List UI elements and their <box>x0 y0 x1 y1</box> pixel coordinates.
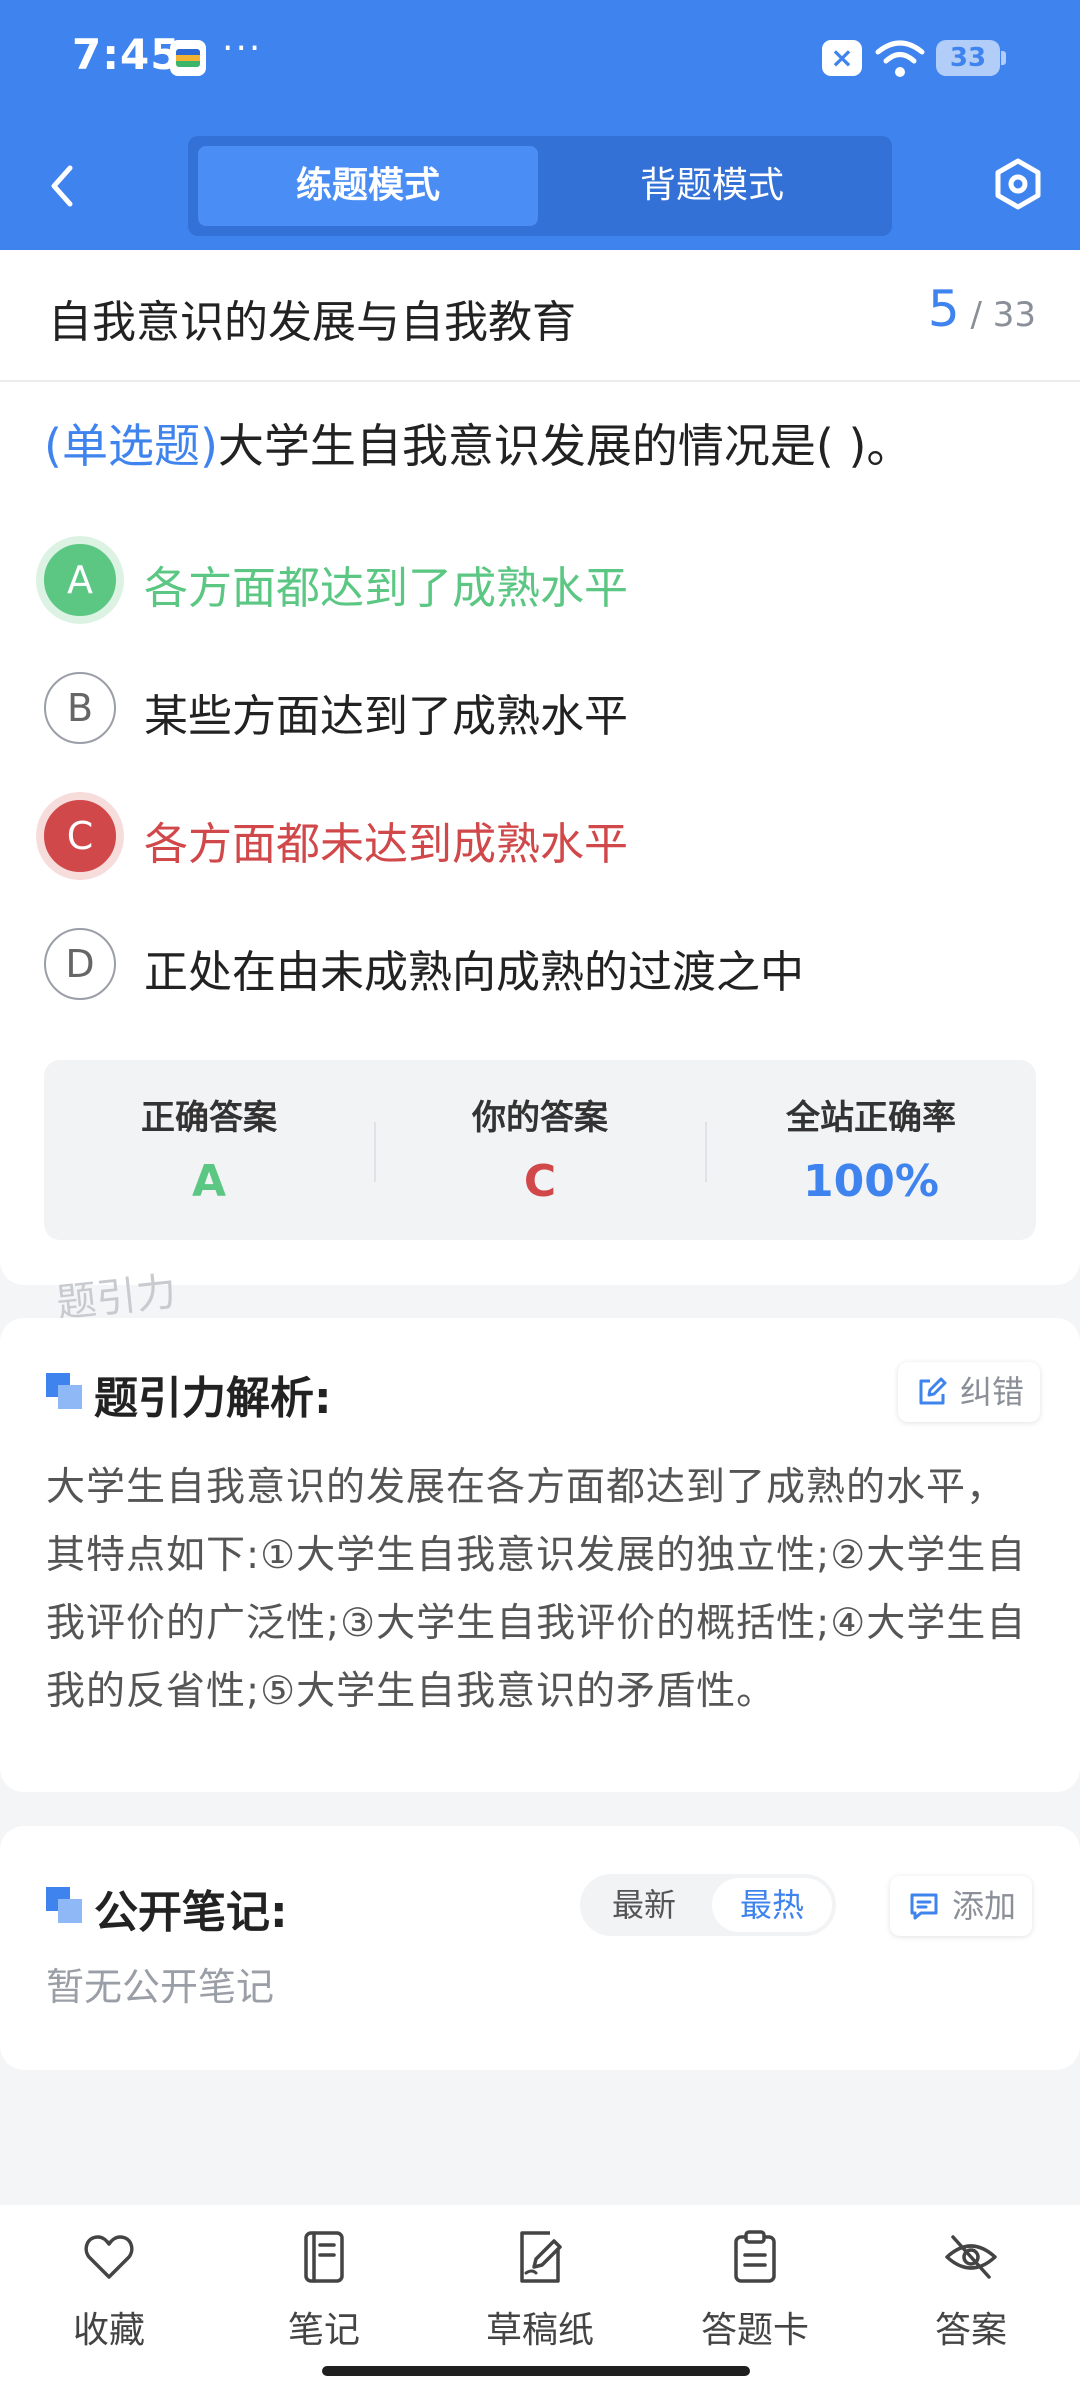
draft-paper-button[interactable]: 草稿纸 <box>455 2229 625 2359</box>
header: 7:45 ··· × 33 练题模式 背题模式 <box>0 0 1080 250</box>
close-notification-icon: × <box>822 40 862 76</box>
settings-hexagon-icon[interactable] <box>990 156 1046 212</box>
option-letter: D <box>44 928 116 1000</box>
notes-button[interactable]: 笔记 <box>239 2229 409 2359</box>
option-letter: B <box>44 672 116 744</box>
favorite-button[interactable]: 收藏 <box>24 2229 194 2359</box>
total-questions: / 33 <box>970 295 1036 335</box>
comment-icon <box>910 1893 938 1920</box>
wallet-app-icon <box>170 40 206 76</box>
answer-summary: 正确答案 A 你的答案 C 全站正确率 100% <box>44 1060 1036 1240</box>
option-b[interactable]: B 某些方面达到了成熟水平 <box>44 668 1044 748</box>
report-error-label: 纠错 <box>960 1373 1025 1411</box>
site-accuracy: 全站正确率 100% <box>706 1060 1036 1240</box>
option-d[interactable]: D 正处在由未成熟向成熟的过渡之中 <box>44 924 1044 1004</box>
battery-icon: 33 <box>936 40 1006 76</box>
heart-icon <box>84 2235 134 2279</box>
answer-sheet-button[interactable]: 答题卡 <box>670 2229 840 2359</box>
eye-off-icon <box>945 2235 997 2279</box>
wifi-icon <box>875 40 925 77</box>
draft-paper-label: 草稿纸 <box>485 2310 594 2351</box>
section-square-icon <box>46 1373 82 1409</box>
your-answer-label: 你的答案 <box>472 1098 608 1138</box>
mode-tabs: 练题模式 背题模式 <box>188 136 892 236</box>
explanation-card: 题引力解析: 纠错 大学生自我意识的发展在各方面都达到了成熟的水平，其特点如下:… <box>0 1318 1080 1792</box>
notes-sort-toggle: 最新 最热 <box>580 1874 836 1936</box>
your-answer-value: C <box>523 1156 557 1207</box>
notes-card: 公开笔记: 最新 最热 添加 暂无公开笔记 <box>0 1826 1080 2070</box>
question-text: 大学生自我意识发展的情况是( )。 <box>217 419 913 473</box>
notes-title: 公开笔记: <box>94 1887 288 1938</box>
option-letter: C <box>44 800 116 872</box>
battery-level: 33 <box>949 43 987 73</box>
draft-icon <box>520 2231 562 2283</box>
question-card: 自我意识的发展与自我教育 5 / 33 (单选题)大学生自我意识发展的情况是( … <box>0 250 1080 1285</box>
option-text: 各方面都达到了成熟水平 <box>144 563 628 614</box>
sort-hot-button[interactable]: 最热 <box>712 1878 832 1932</box>
answer-sheet-label: 答题卡 <box>700 2310 809 2351</box>
add-note-label: 添加 <box>952 1887 1017 1925</box>
option-text: 正处在由未成熟向成熟的过渡之中 <box>144 947 804 998</box>
correct-answer-label: 正确答案 <box>141 1098 277 1138</box>
correct-answer-value: A <box>191 1156 227 1207</box>
tab-memorize-mode[interactable]: 背题模式 <box>542 146 882 226</box>
home-indicator[interactable] <box>322 2366 750 2376</box>
favorite-label: 收藏 <box>72 2310 145 2351</box>
option-text: 各方面都未达到成熟水平 <box>144 819 628 870</box>
clipboard-icon <box>734 2230 776 2283</box>
notebook-icon <box>304 2231 344 2283</box>
add-note-button[interactable]: 添加 <box>890 1876 1033 1936</box>
question-type: (单选题) <box>44 419 218 473</box>
answer-toggle-button[interactable]: 答案 <box>886 2229 1056 2359</box>
chapter-title: 自我意识的发展与自我教育 <box>48 297 576 348</box>
section-square-icon <box>46 1887 82 1923</box>
option-text: 某些方面达到了成熟水平 <box>144 691 628 742</box>
site-accuracy-value: 100% <box>803 1156 939 1207</box>
back-chevron-icon[interactable] <box>36 158 92 214</box>
notes-label: 笔记 <box>287 2310 360 2351</box>
more-notifications-icon: ··· <box>222 28 263 69</box>
explanation-text: 大学生自我意识的发展在各方面都达到了成熟的水平，其特点如下:①大学生自我意识发展… <box>46 1465 1027 1714</box>
correct-answer: 正确答案 A <box>44 1060 374 1240</box>
your-answer: 你的答案 C <box>375 1060 705 1240</box>
option-a[interactable]: A 各方面都达到了成熟水平 <box>44 540 1044 620</box>
explanation-title: 题引力解析: <box>94 1373 332 1424</box>
site-accuracy-label: 全站正确率 <box>786 1098 956 1138</box>
edit-icon <box>919 1377 947 1405</box>
option-letter: A <box>44 544 116 616</box>
tab-practice-mode[interactable]: 练题模式 <box>198 146 538 226</box>
notes-empty-text: 暂无公开笔记 <box>46 1965 275 2009</box>
question-counter[interactable]: 5 / 33 <box>928 280 1036 338</box>
answer-toggle-label: 答案 <box>934 2310 1007 2351</box>
current-question-number: 5 <box>927 280 960 338</box>
sort-latest-button[interactable]: 最新 <box>584 1878 704 1932</box>
report-error-button[interactable]: 纠错 <box>898 1362 1041 1422</box>
status-bar: 7:45 ··· × 33 <box>0 0 1080 120</box>
question-stem: (单选题)大学生自我意识发展的情况是( )。 <box>44 410 912 476</box>
option-c[interactable]: C 各方面都未达到成熟水平 <box>44 796 1044 876</box>
status-time: 7:45 <box>72 30 181 79</box>
divider <box>0 380 1080 382</box>
